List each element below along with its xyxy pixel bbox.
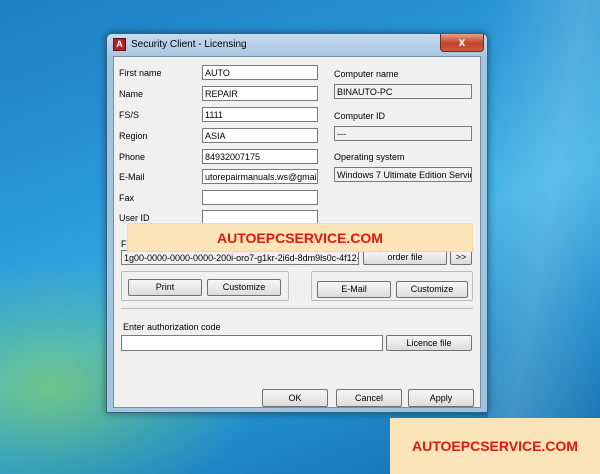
- print-button[interactable]: Print: [128, 279, 202, 296]
- auth-code-input[interactable]: [121, 335, 383, 351]
- auth-code-label: Enter authorization code: [123, 322, 221, 332]
- watermark-banner-top: AUTOEPCSERVICE.COM: [127, 223, 473, 252]
- region-field[interactable]: ASIA: [202, 128, 318, 143]
- computer-id-field: ---: [334, 126, 472, 141]
- fax-field[interactable]: [202, 190, 318, 205]
- email-field[interactable]: utorepairmanuals.ws@gmail.com: [202, 169, 318, 184]
- customize-email-button[interactable]: Customize: [396, 281, 468, 298]
- app-logo-icon: A: [113, 38, 126, 51]
- userid-label: User ID: [119, 213, 150, 223]
- computer-name-label: Computer name: [334, 69, 399, 79]
- phone-label: Phone: [119, 152, 146, 162]
- computer-name-field: BINAUTO-PC: [334, 84, 472, 99]
- first-name-label: First name: [119, 68, 162, 78]
- watermark-banner-bottom: AUTOEPCSERVICE.COM: [390, 418, 600, 474]
- os-label: Operating system: [334, 152, 405, 162]
- email-button[interactable]: E-Mail: [317, 281, 391, 298]
- name-field[interactable]: REPAIR: [202, 86, 318, 101]
- code-label: F: [121, 239, 127, 249]
- phone-field[interactable]: 84932007175: [202, 149, 318, 164]
- fax-label: Fax: [119, 193, 135, 203]
- more-button[interactable]: >>: [450, 250, 472, 265]
- ok-button[interactable]: OK: [262, 389, 328, 407]
- cancel-button[interactable]: Cancel: [336, 389, 402, 407]
- fss-field[interactable]: 1111: [202, 107, 318, 122]
- close-button[interactable]: x: [440, 34, 484, 52]
- customize-print-button[interactable]: Customize: [207, 279, 281, 296]
- os-field: Windows 7 Ultimate Edition Service P...: [334, 167, 472, 182]
- licence-file-button[interactable]: Licence file: [386, 335, 472, 351]
- email-label: E-Mail: [119, 172, 145, 182]
- name-label: Name: [119, 89, 144, 99]
- window-title: Security Client - Licensing: [131, 39, 247, 50]
- title-bar[interactable]: A Security Client - Licensing x: [107, 34, 487, 56]
- fss-label: FS/S: [119, 110, 140, 120]
- first-name-field[interactable]: AUTO: [202, 65, 318, 80]
- region-label: Region: [119, 131, 148, 141]
- wallpaper-streak: [488, 0, 600, 474]
- computer-id-label: Computer ID: [334, 111, 386, 121]
- close-icon: x: [458, 35, 466, 49]
- separator: [121, 308, 473, 309]
- apply-button[interactable]: Apply: [408, 389, 474, 407]
